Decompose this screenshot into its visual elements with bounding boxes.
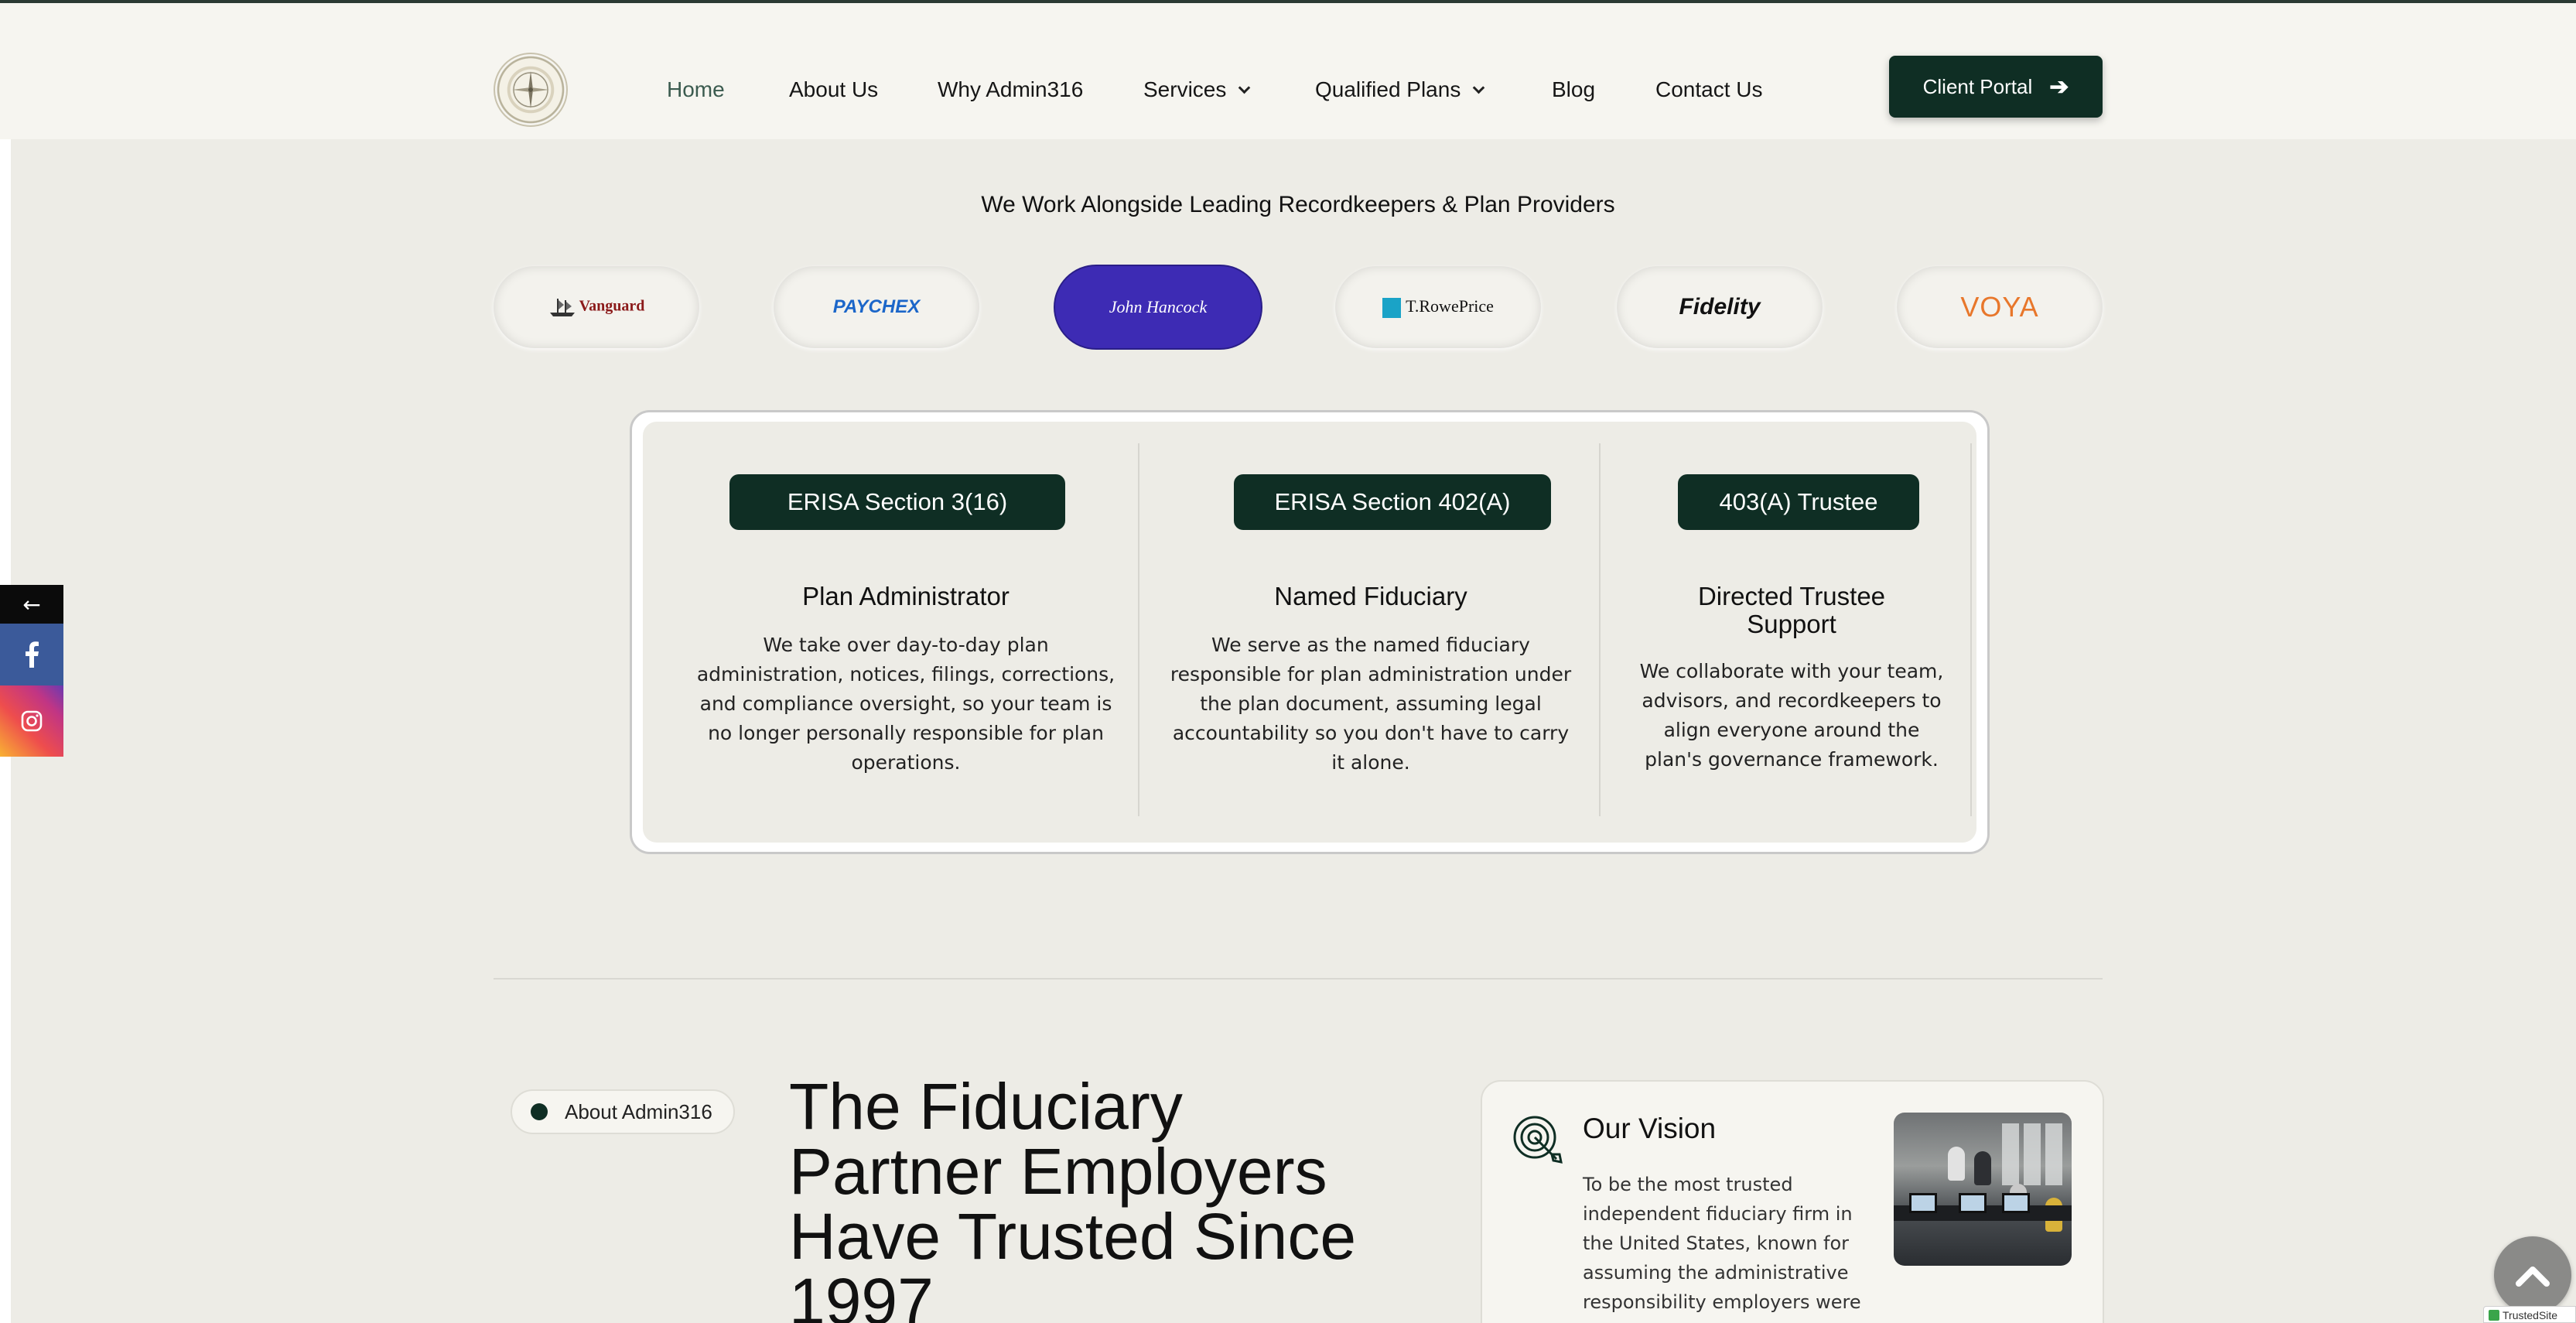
service-directed-trustee: 403(A) Trustee Directed Trustee Support … <box>1633 422 1950 843</box>
facebook-icon <box>26 641 39 668</box>
client-portal-label: Client Portal <box>1922 74 2033 98</box>
column-divider <box>1138 443 1139 816</box>
arrow-left-icon: ← <box>22 591 41 617</box>
photo-monitor <box>1909 1193 1937 1213</box>
services-card: ERISA Section 3(16) Plan Administrator W… <box>630 410 1990 854</box>
compass-logo-icon[interactable] <box>494 53 568 127</box>
voya-logo: VOYA <box>1960 291 2039 323</box>
service-description: We collaborate with your team, advisors,… <box>1639 660 1944 771</box>
target-icon <box>1512 1114 1566 1171</box>
chevron-down-icon <box>1238 81 1251 94</box>
service-named-fiduciary: ERISA Section 402(A) Named Fiduciary We … <box>1166 422 1576 843</box>
partners-title: We Work Alongside Leading Recordkeepers … <box>981 192 1615 217</box>
partner-logo-voya[interactable]: VOYA <box>1897 266 2103 348</box>
column-divider <box>1970 443 1972 816</box>
service-tag: ERISA Section 402(A) <box>1234 474 1551 530</box>
partner-logo-fidelity[interactable]: Fidelity <box>1617 266 1823 348</box>
photo-window <box>2045 1123 2062 1185</box>
facebook-share-button[interactable] <box>0 624 63 685</box>
service-title: Directed Trustee Support <box>1697 582 1886 638</box>
photo-person <box>1948 1147 1965 1181</box>
t-rowe-price-logo: T.RowePrice <box>1382 296 1494 318</box>
scroll-to-top-button[interactable] <box>2494 1236 2571 1314</box>
services-card-inner: ERISA Section 3(16) Plan Administrator W… <box>643 422 1976 843</box>
nav-contact-us[interactable]: Contact Us <box>1655 77 1763 102</box>
photo-monitor <box>2002 1193 2030 1213</box>
nav-qualified-plans[interactable]: Qualified Plans <box>1315 77 1485 102</box>
nav-why-admin316[interactable]: Why Admin316 <box>938 77 1083 102</box>
bullet-dot-icon <box>531 1103 548 1120</box>
photo-monitor <box>1959 1193 1987 1213</box>
partner-logo-paychex[interactable]: PAYCHEX <box>774 266 979 348</box>
photo-window <box>2024 1123 2041 1185</box>
trustedsite-badge[interactable]: TrustedSite <box>2483 1306 2576 1323</box>
nav-services[interactable]: Services <box>1143 77 1251 102</box>
service-plan-administrator: ERISA Section 3(16) Plan Administrator W… <box>689 422 1122 843</box>
partner-logo-vanguard[interactable]: Vanguard <box>494 266 699 348</box>
photo-window <box>2002 1123 2019 1185</box>
about-heading: The Fiduciary Partner Employers Have Tru… <box>789 1070 1357 1323</box>
john-hancock-logo: John Hancock <box>1109 297 1208 316</box>
vanguard-logo: Vanguard <box>548 297 644 317</box>
service-title: Plan Administrator <box>802 582 1010 610</box>
nav-home[interactable]: Home <box>667 77 725 102</box>
section-divider <box>494 978 2103 979</box>
nav-about-us[interactable]: About Us <box>789 77 878 102</box>
partner-logo-t-rowe-price[interactable]: T.RowePrice <box>1335 266 1541 348</box>
about-pill-label: About Admin316 <box>565 1099 712 1123</box>
paychex-logo: PAYCHEX <box>832 296 921 317</box>
client-portal-button[interactable]: Client Portal ➔ <box>1889 56 2103 118</box>
service-tag: 403(A) Trustee <box>1678 474 1919 530</box>
fidelity-logo: Fidelity <box>1679 294 1761 320</box>
badge-text: TrustedSite <box>2503 1309 2558 1321</box>
vision-text: To be the most trusted independent fiduc… <box>1583 1174 1861 1313</box>
vision-title: Our Vision <box>1583 1113 1717 1144</box>
chevron-up-icon <box>2516 1267 2550 1287</box>
vision-card: Our Vision To be the most trusted indepe… <box>1481 1080 2104 1323</box>
service-tag: ERISA Section 3(16) <box>729 474 1065 530</box>
nav-blog[interactable]: Blog <box>1552 77 1595 102</box>
instagram-share-button[interactable] <box>0 685 63 757</box>
about-admin316-pill: About Admin316 <box>511 1089 735 1134</box>
partner-logo-john-hancock[interactable]: John Hancock <box>1055 266 1261 348</box>
chevron-down-icon <box>1473 81 1485 94</box>
check-icon <box>2489 1310 2499 1321</box>
arrow-right-icon: ➔ <box>2049 74 2069 100</box>
t-rowe-price-mark-icon <box>1382 297 1402 318</box>
service-description: We serve as the named fiduciary responsi… <box>1170 634 1572 774</box>
photo-person <box>1974 1151 1991 1185</box>
office-team-photo <box>1894 1113 2072 1266</box>
column-divider <box>1599 443 1601 816</box>
service-title: Named Fiduciary <box>1274 582 1467 610</box>
site-header: Home About Us Why Admin316 Services Qual… <box>0 3 2576 139</box>
instagram-icon <box>21 710 43 732</box>
share-bar-toggle-button[interactable]: ← <box>0 585 63 624</box>
service-description: We take over day-to-day plan administrat… <box>696 634 1115 774</box>
